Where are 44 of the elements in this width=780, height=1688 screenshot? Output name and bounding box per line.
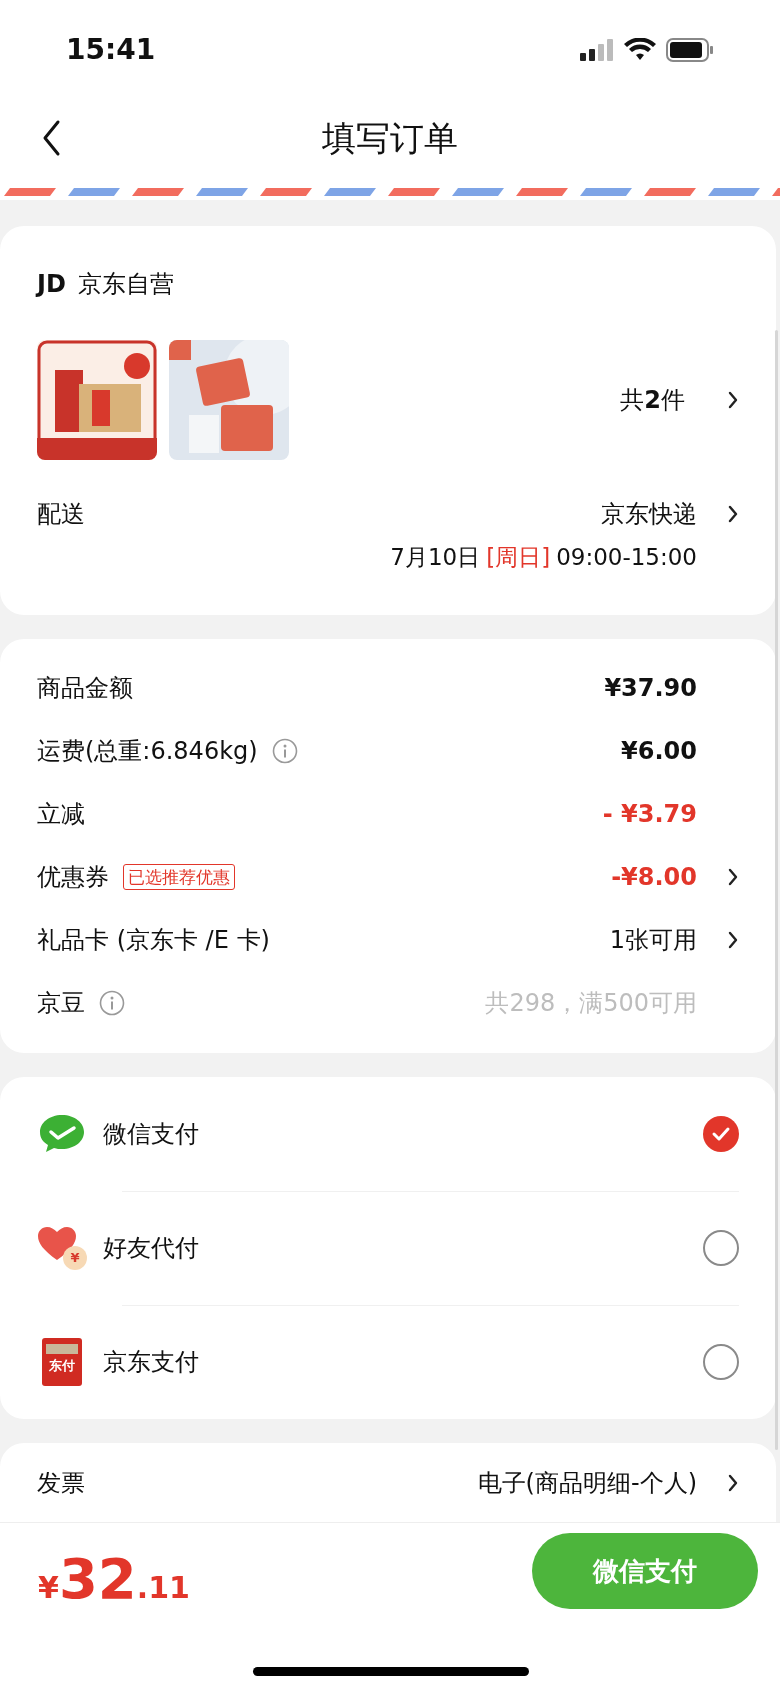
coupon-tag: 已选推荐优惠 bbox=[123, 864, 235, 890]
delivery-time: 09:00-15:00 bbox=[556, 543, 697, 572]
item-count[interactable]: 共2件 bbox=[620, 382, 685, 418]
status-time: 15:41 bbox=[66, 32, 156, 68]
info-icon[interactable] bbox=[271, 738, 298, 764]
info-icon[interactable] bbox=[99, 990, 125, 1016]
delivery-weekday: [周日] bbox=[486, 543, 551, 572]
fee-value: ¥37.90 bbox=[604, 673, 697, 704]
total-price: ¥32.11 bbox=[38, 1551, 190, 1610]
page-title: 填写订单 bbox=[322, 116, 458, 160]
delivery-date: 7月10日 bbox=[390, 543, 481, 572]
fee-value[interactable]: -¥8.00 bbox=[611, 859, 697, 895]
fee-value[interactable]: 1张可用 bbox=[609, 922, 697, 958]
delivery-label: 配送 bbox=[37, 499, 85, 530]
chevron-right-icon bbox=[727, 1472, 739, 1493]
card-stripe bbox=[46, 1344, 78, 1354]
payment-radio[interactable] bbox=[703, 1115, 739, 1152]
store-name: 京东自营 bbox=[77, 269, 174, 300]
wifi-icon bbox=[624, 38, 656, 62]
payment-radio[interactable] bbox=[703, 1230, 739, 1266]
fee-label: 礼品卡 (京东卡 /E 卡) bbox=[37, 925, 270, 956]
fee-label: 优惠券 bbox=[37, 862, 109, 893]
fee-label: 京豆 bbox=[37, 988, 85, 1019]
payment-method-name[interactable]: 微信支付 bbox=[103, 1115, 199, 1152]
invoice-label: 发票 bbox=[37, 1467, 85, 1499]
fee-label: 立减 bbox=[37, 799, 85, 830]
fee-label: 商品金额 bbox=[37, 673, 133, 704]
fee-value: - ¥3.79 bbox=[602, 799, 697, 830]
card-icon-text: 东付 bbox=[49, 1359, 75, 1372]
store-logo: JD bbox=[37, 269, 66, 300]
signal-icon bbox=[580, 39, 614, 61]
carrier-name[interactable]: 京东快递 bbox=[601, 496, 697, 532]
fee-label: 运费(总重:6.846kg) bbox=[37, 736, 258, 767]
payment-radio[interactable] bbox=[703, 1344, 739, 1380]
chevron-right-icon bbox=[727, 504, 739, 524]
fee-value: ¥6.00 bbox=[621, 736, 697, 767]
payment-method-name[interactable]: 好友代付 bbox=[103, 1230, 199, 1266]
fee-value: 共298，满500可用 bbox=[485, 988, 697, 1019]
invoice-value[interactable]: 电子(商品明细-个人) bbox=[477, 1464, 697, 1501]
yen-badge: ¥ bbox=[63, 1246, 87, 1270]
chevron-right-icon bbox=[727, 390, 739, 410]
battery-icon bbox=[666, 38, 714, 62]
check-icon bbox=[711, 1125, 731, 1142]
payment-method-name[interactable]: 京东支付 bbox=[103, 1344, 199, 1380]
